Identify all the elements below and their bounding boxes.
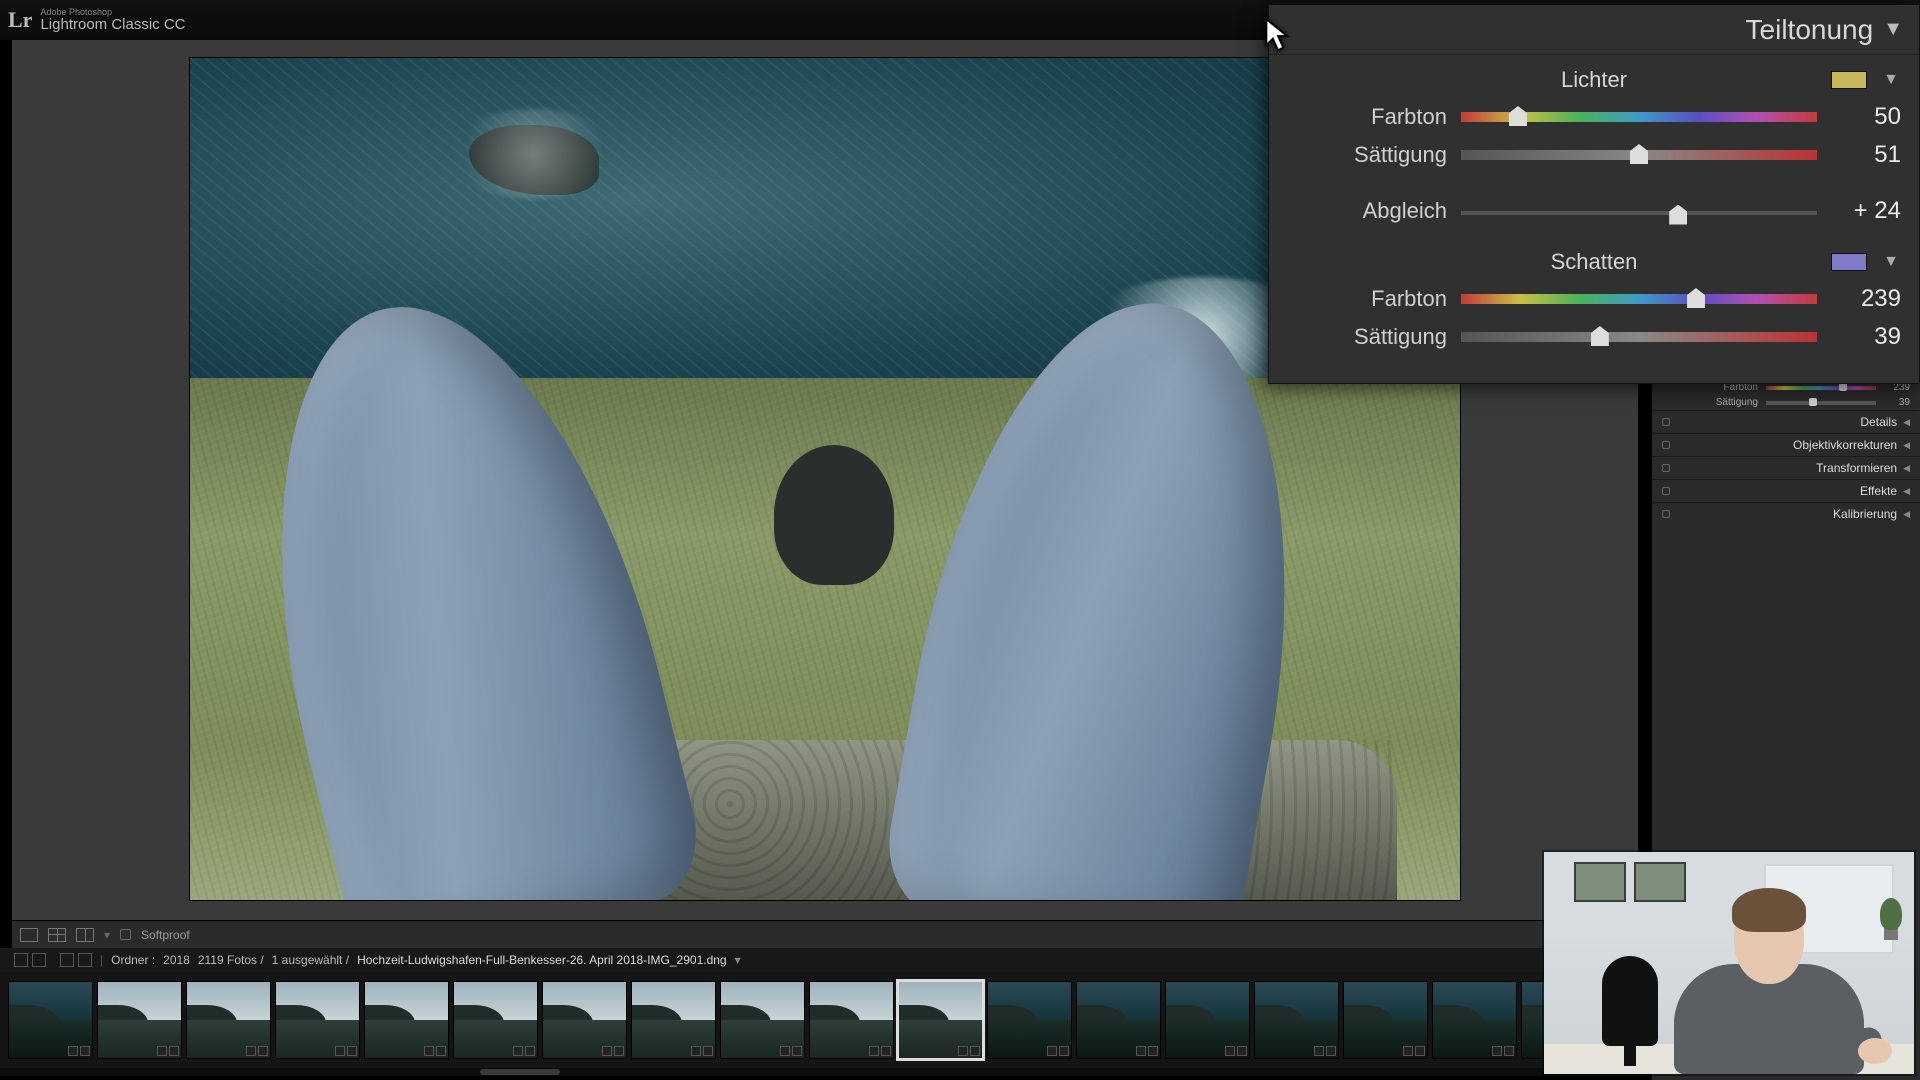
mini-sat-slider[interactable] — [1766, 401, 1876, 405]
filmstrip-thumb[interactable] — [453, 981, 538, 1059]
filmstrip-thumb[interactable] — [1254, 981, 1339, 1059]
shadows-hue-slider[interactable] — [1461, 294, 1817, 304]
current-filename[interactable]: Hochzeit-Ludwigshafen-Full-Benkesser-26.… — [357, 953, 727, 967]
filmstrip-thumb[interactable] — [631, 981, 716, 1059]
highlights-hue-value[interactable]: 50 — [1831, 103, 1901, 131]
highlights-hue-label: Farbton — [1287, 104, 1447, 130]
filmstrip-thumb[interactable] — [987, 981, 1072, 1059]
split-toning-title[interactable]: Teiltonung — [1746, 14, 1874, 46]
second-window-icon[interactable] — [32, 953, 46, 967]
photo-count: 2119 Fotos / — [198, 953, 264, 967]
app-brand-line2: Lightroom Classic CC — [40, 17, 185, 32]
filmstrip-thumb[interactable] — [1343, 981, 1428, 1059]
mini-sat-value[interactable]: 39 — [1884, 397, 1910, 408]
webcam-overlay — [1544, 852, 1914, 1074]
filmstrip-thumb[interactable] — [97, 981, 182, 1059]
filmstrip-thumb[interactable] — [542, 981, 627, 1059]
shadows-hue-label: Farbton — [1287, 286, 1447, 312]
filmstrip-thumb[interactable] — [1076, 981, 1161, 1059]
softproof-label: Softproof — [141, 928, 190, 942]
main-window-icon[interactable] — [14, 953, 28, 967]
filmstrip-thumb[interactable] — [1165, 981, 1250, 1059]
filmstrip-thumb[interactable] — [898, 981, 983, 1059]
sort-icon[interactable] — [78, 953, 92, 967]
loupe-view-icon[interactable] — [20, 928, 38, 942]
highlights-color-swatch[interactable] — [1831, 71, 1867, 89]
shadows-sat-label: Sättigung — [1287, 324, 1447, 350]
grid-view-icon[interactable] — [48, 928, 66, 942]
panel-section-objektivkorrekturen[interactable]: Objektivkorrekturen◀ — [1652, 433, 1920, 456]
folder-label: Ordner : — [111, 953, 155, 967]
panel-section-effekte[interactable]: Effekte◀ — [1652, 479, 1920, 502]
highlights-heading: Lichter — [1561, 67, 1627, 93]
filmstrip-thumb[interactable] — [186, 981, 271, 1059]
highlights-hue-slider[interactable] — [1461, 112, 1817, 122]
filmstrip-thumb[interactable] — [720, 981, 805, 1059]
filmstrip-thumb[interactable] — [364, 981, 449, 1059]
panel-section-details[interactable]: Details◀ — [1652, 410, 1920, 433]
folder-year[interactable]: 2018 — [163, 953, 190, 967]
softproof-checkbox[interactable] — [120, 929, 131, 940]
shadows-color-swatch[interactable] — [1831, 253, 1867, 271]
mouse-cursor — [1265, 18, 1291, 54]
shadows-heading: Schatten — [1551, 249, 1638, 275]
panel-collapse-icon[interactable]: ▼ — [1883, 18, 1903, 41]
mini-sat-label: Sättigung — [1716, 397, 1758, 408]
highlights-sat-slider[interactable] — [1461, 150, 1817, 160]
shadows-sat-value[interactable]: 39 — [1831, 323, 1901, 351]
app-logo: Lr — [8, 7, 32, 33]
balance-slider[interactable] — [1461, 211, 1817, 215]
panel-section-transformieren[interactable]: Transformieren◀ — [1652, 456, 1920, 479]
mini-hue-slider[interactable] — [1766, 386, 1876, 390]
balance-label: Abgleich — [1287, 198, 1447, 224]
filmstrip-thumb[interactable] — [1432, 981, 1517, 1059]
filmstrip-thumb[interactable] — [809, 981, 894, 1059]
view-toolbar: ▾ Softproof — [12, 920, 1638, 948]
selected-count: 1 ausgewählt / — [272, 953, 349, 967]
shadows-hue-value[interactable]: 239 — [1831, 285, 1901, 313]
panel-section-kalibrierung[interactable]: Kalibrierung◀ — [1652, 502, 1920, 525]
filmstrip-thumb[interactable] — [8, 981, 93, 1059]
shadows-picker-icon[interactable]: ▼ — [1883, 253, 1899, 271]
highlights-sat-value[interactable]: 51 — [1831, 141, 1901, 169]
filmstrip-scroll-handle[interactable] — [480, 1069, 560, 1075]
balance-value[interactable]: + 24 — [1831, 197, 1901, 225]
split-toning-panel: Teiltonung ▼ Lichter ▼ Farbton 50 Sättig… — [1268, 4, 1920, 384]
highlights-sat-label: Sättigung — [1287, 142, 1447, 168]
highlights-picker-icon[interactable]: ▼ — [1883, 71, 1899, 89]
compare-view-icon[interactable] — [76, 928, 94, 942]
shadows-sat-slider[interactable] — [1461, 332, 1817, 342]
filmstrip-thumb[interactable] — [275, 981, 360, 1059]
grid-small-icon[interactable] — [60, 953, 74, 967]
